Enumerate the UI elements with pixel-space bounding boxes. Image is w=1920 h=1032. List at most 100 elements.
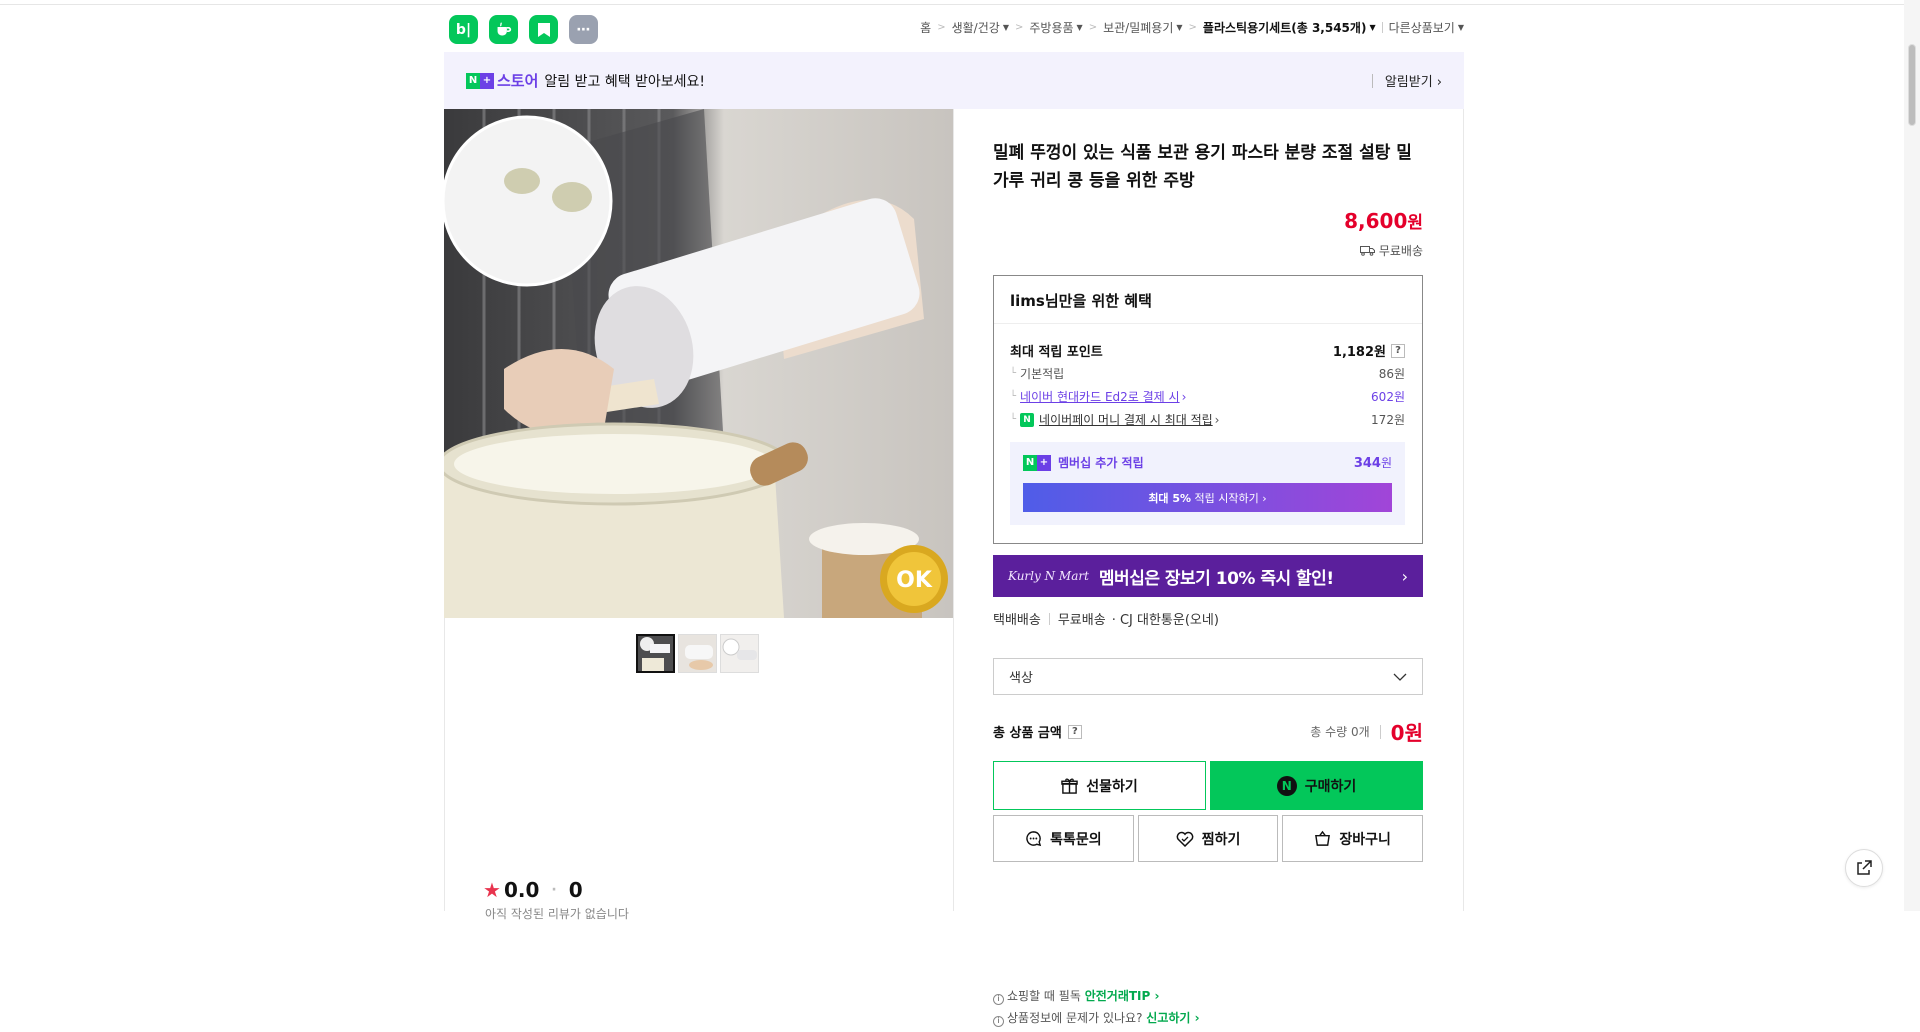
points-basic-label: 기본적립	[1020, 367, 1065, 381]
column-divider	[953, 109, 954, 911]
help-icon[interactable]: ?	[1391, 343, 1405, 358]
membership-button-text: 적립 시작하기 ›	[1191, 491, 1267, 505]
right-border	[1463, 109, 1464, 911]
color-option-select[interactable]: 색상	[993, 658, 1423, 695]
membership-value-group: 344원	[1354, 454, 1392, 471]
blog-app-icon[interactable]: b|	[449, 15, 478, 44]
other-products-link[interactable]: 다른상품보기	[1389, 19, 1455, 36]
naver-plus-logo: N +	[1023, 454, 1051, 471]
points-pay-value: 172원	[1371, 413, 1405, 427]
points-basic-value: 86원	[1378, 367, 1405, 381]
user-name: lims	[1010, 292, 1045, 310]
points-pay-label-group: └ N 네이버페이 머니 결제 시 최대 적립 ›	[1010, 411, 1219, 428]
truck-icon	[1359, 246, 1375, 256]
buy-button[interactable]: N 구매하기	[1210, 761, 1423, 810]
cafe-app-icon[interactable]	[489, 15, 518, 44]
delivery-fee: 무료배송	[1057, 613, 1106, 628]
chat-bubble-icon	[1026, 831, 1042, 847]
total-price-row: 총 상품 금액? 총 수량 0개 0원	[993, 717, 1423, 746]
breadcrumb-separator	[1381, 22, 1383, 33]
naver-plus-logo: N +	[466, 72, 494, 89]
thumbnail-strip	[636, 634, 759, 673]
main-product-image[interactable]: OK	[444, 109, 953, 618]
points-row-card: └ 네이버 현대카드 Ed2로 결제 시 › 602원	[1010, 388, 1405, 405]
cart-label: 장바구니	[1339, 831, 1391, 848]
breadcrumb: 홈 > 생활/건강 ▼ > 주방용품 ▼ > 보관/밀폐용기 ▼ > 플라스틱용기세트…	[920, 19, 1464, 36]
review-empty-note: 아직 작성된 리뷰가 없습니다	[485, 907, 629, 921]
membership-start-button[interactable]: 최대 5% 적립 시작하기 ›	[1023, 483, 1392, 512]
cart-button[interactable]: 장바구니	[1282, 815, 1424, 862]
more-app-icon[interactable]: ⋯	[569, 15, 598, 44]
breadcrumb-life-health[interactable]: 생활/건강	[952, 19, 1000, 36]
report-link[interactable]: 신고하기 ›	[1146, 1011, 1199, 1025]
talktalk-label: 톡톡문의	[1050, 831, 1102, 848]
membership-value: 344	[1353, 456, 1381, 471]
ok-badge: OK	[896, 568, 933, 593]
tree-branch-icon: └	[1010, 414, 1017, 425]
caret-down-icon: ▼	[1176, 23, 1183, 32]
product-title: 밀폐 뚜껑이 있는 식품 보관 용기 파스타 분량 조절 설탕 밀가루 귀리 콩…	[993, 143, 1412, 191]
max-points-value-group: 1,182원?	[1333, 341, 1405, 360]
tree-branch-icon: └	[1010, 391, 1017, 402]
total-separator	[1379, 724, 1381, 739]
store-alarm-banner: N + 스토어 알림 받고 혜택 받아보세요! 알림받기 ›	[444, 52, 1464, 109]
naver-pay-n-icon: N	[1276, 775, 1297, 796]
gift-icon	[1061, 778, 1078, 794]
thumbnail-1[interactable]	[636, 634, 675, 673]
wishlist-button[interactable]: 찜하기	[1137, 815, 1279, 862]
chevron-down-icon	[1393, 673, 1407, 681]
share-button[interactable]	[1845, 849, 1883, 887]
primary-buttons: 선물하기 N 구매하기	[993, 761, 1423, 810]
chevron-right-icon: ›	[1214, 412, 1220, 427]
caret-down-icon: ▼	[1457, 23, 1464, 32]
caret-down-icon: ▼	[1369, 23, 1376, 32]
breadcrumb-kitchen[interactable]: 주방용품	[1029, 19, 1073, 36]
naverpay-benefit-link[interactable]: 네이버페이 머니 결제 시 최대 적립	[1039, 411, 1213, 428]
benefit-heading-text: 님만을 위한 혜택	[1044, 292, 1152, 310]
rating-score: 0.0	[503, 878, 540, 902]
delivery-separator	[1048, 612, 1050, 625]
scrollbar-thumb[interactable]	[1908, 44, 1916, 126]
help-icon[interactable]: ?	[1067, 724, 1082, 739]
safe-trade-tip-link[interactable]: 안전거래TIP ›	[1085, 989, 1160, 1003]
product-page: b| ⋯ 홈 > 생활/건강 ▼ > 주방용품 ▼ > 보관/밀폐용기 ▼ > 플라스…	[444, 0, 1464, 1027]
membership-unit: 원	[1380, 456, 1392, 470]
gift-button[interactable]: 선물하기	[993, 761, 1206, 810]
total-label-group: 총 상품 금액?	[993, 722, 1082, 741]
chevron-right-icon: >	[1088, 22, 1098, 33]
alarm-button[interactable]: 알림받기 ›	[1372, 71, 1442, 90]
color-option-placeholder: 색상	[1009, 671, 1033, 686]
delivery-info: 택배배송 무료배송 · CJ 대한통운(오네)	[993, 609, 1219, 628]
breadcrumb-plastic-set[interactable]: 플라스틱용기세트(총 3,545개)	[1203, 19, 1367, 36]
talktalk-inquiry-button[interactable]: 톡톡문의	[993, 815, 1134, 862]
review-count[interactable]: 0	[569, 878, 583, 902]
chevron-right-icon: ›	[1181, 389, 1187, 404]
chevron-right-icon: >	[1014, 22, 1024, 33]
card-benefit-link[interactable]: 네이버 현대카드 Ed2로 결제 시	[1020, 388, 1180, 405]
heart-icon	[1176, 831, 1194, 847]
chevron-right-icon: >	[1188, 22, 1197, 33]
kurly-banner-text: 멤버십은 장보기 10% 즉시 할인!	[1098, 568, 1334, 589]
max-points-row: 최대 적립 포인트 1,182원?	[1010, 341, 1405, 360]
kurly-membership-banner[interactable]: Kurly N Mart 멤버십은 장보기 10% 즉시 할인! ›	[993, 555, 1423, 597]
breadcrumb-storage[interactable]: 보관/밀폐용기	[1103, 19, 1173, 36]
points-card-value: 602원	[1371, 390, 1405, 404]
breadcrumb-home[interactable]: 홈	[920, 19, 931, 36]
left-border	[444, 618, 445, 911]
points-row-pay: └ N 네이버페이 머니 결제 시 최대 적립 › 172원	[1010, 411, 1405, 428]
delivery-carrier: · CJ 대한통운(오네)	[1111, 613, 1219, 628]
max-points-value: 1,182원	[1332, 345, 1386, 360]
thumbnail-3[interactable]	[720, 634, 759, 673]
app-shortcuts: b| ⋯	[449, 15, 598, 44]
page-scrollbar[interactable]	[1904, 0, 1920, 911]
membership-label: 멤버십 추가 적립	[1058, 456, 1144, 470]
points-basic-label-group: └ 기본적립	[1010, 365, 1064, 382]
membership-button-bold: 최대 5%	[1148, 491, 1192, 505]
bookmark-app-icon[interactable]	[529, 15, 558, 44]
delivery-type: 택배배송	[993, 613, 1041, 628]
total-amount: 0원	[1390, 721, 1423, 745]
total-label: 총 상품 금액	[993, 726, 1062, 741]
buy-button-label: 구매하기	[1304, 778, 1357, 795]
shipping-label: 무료배송	[1378, 244, 1423, 258]
thumbnail-2[interactable]	[678, 634, 717, 673]
